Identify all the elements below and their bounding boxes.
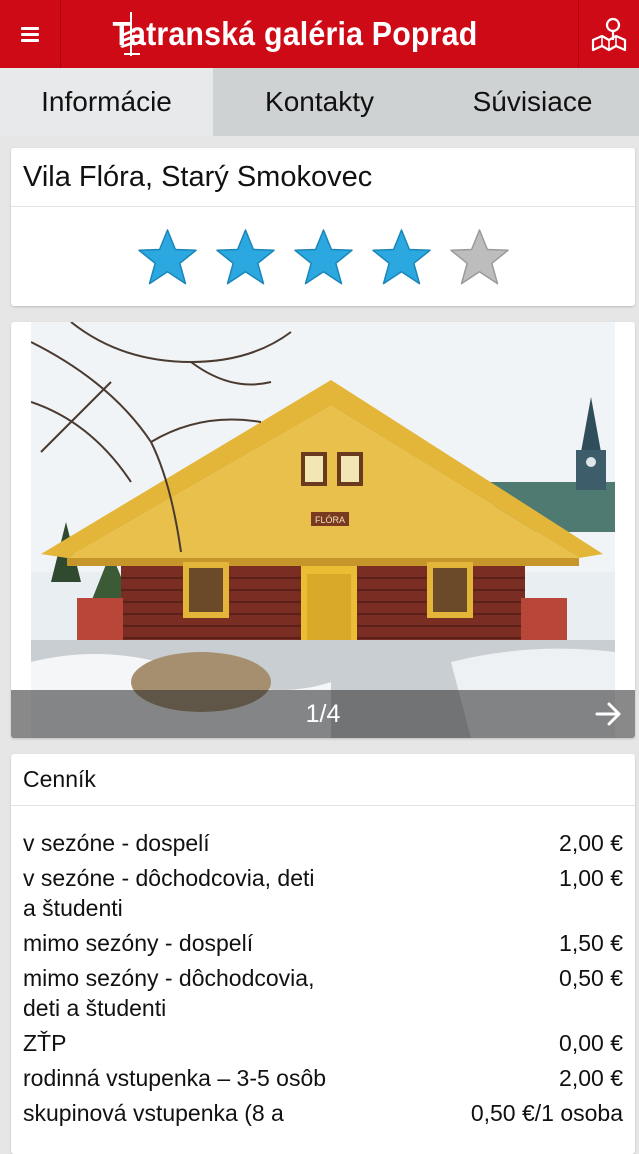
price-list-card: Cenník v sezóne - dospelí 2,00 € v sezón… xyxy=(11,754,635,1154)
price-row: mimo sezóny - dospelí 1,50 € xyxy=(23,928,623,958)
price-value: 0,50 €/1 osoba xyxy=(470,1100,623,1126)
hamburger-icon xyxy=(21,24,39,45)
price-row: rodinná vstupenka – 3-5 osôb 2,00 € xyxy=(23,1063,623,1093)
price-row: v sezóne - dospelí 2,00 € xyxy=(23,828,623,858)
price-value: 1,00 € xyxy=(559,865,623,891)
price-row: ZŤP 0,00 € xyxy=(23,1028,623,1058)
price-heading: Cenník xyxy=(11,754,635,806)
price-value: 2,00 € xyxy=(559,1065,623,1091)
star-filled-icon xyxy=(137,228,197,284)
star-filled-icon xyxy=(215,228,275,284)
app-header: Tatranská galéria Poprad xyxy=(0,0,639,69)
star-filled-icon xyxy=(371,228,431,284)
price-value: 1,50 € xyxy=(559,930,623,956)
price-label: rodinná vstupenka – 3-5 osôb xyxy=(23,1065,327,1091)
gallery-bar: 1/4 xyxy=(11,690,635,738)
gallery-counter: 1/4 xyxy=(305,699,341,728)
price-label: mimo sezóny - dôchodcovia, deti a študen… xyxy=(23,965,315,1021)
price-value: 0,00 € xyxy=(559,1030,623,1056)
price-label: ZŤP xyxy=(23,1030,67,1056)
price-label: mimo sezóny - dospelí xyxy=(23,930,254,956)
price-list: v sezóne - dospelí 2,00 € v sezóne - dôc… xyxy=(11,806,635,1128)
price-label: skupinová vstupenka (8 a xyxy=(23,1100,284,1126)
map-button[interactable] xyxy=(578,0,639,68)
price-value: 0,50 € xyxy=(559,965,623,991)
app-title: Tatranská galéria Poprad xyxy=(112,15,478,52)
star-empty-icon xyxy=(449,228,509,284)
price-row: mimo sezóny - dôchodcovia, deti a študen… xyxy=(23,963,623,1023)
price-row: v sezóne - dôchodcovia, deti a študenti … xyxy=(23,863,623,923)
star-filled-icon xyxy=(293,228,353,284)
menu-button[interactable] xyxy=(0,0,61,68)
rating-stars xyxy=(11,207,635,306)
price-label: v sezóne - dôchodcovia, deti a študenti xyxy=(23,865,315,921)
tab-informacie[interactable]: Informácie xyxy=(0,68,213,136)
price-value: 2,00 € xyxy=(559,830,623,856)
arrow-right-icon[interactable] xyxy=(595,700,623,728)
photo-gallery[interactable]: FLÓRA 1/4 xyxy=(11,322,635,738)
tab-suvisiace[interactable]: Súvisiace xyxy=(426,68,639,136)
price-row: skupinová vstupenka (8 a 0,50 €/1 osoba xyxy=(23,1098,623,1128)
gallery-photo: FLÓRA xyxy=(31,322,615,738)
place-title: Vila Flóra, Starý Smokovec xyxy=(11,148,635,207)
place-card: Vila Flóra, Starý Smokovec xyxy=(11,148,635,306)
house-sign-text: FLÓRA xyxy=(315,515,345,525)
tab-kontakty[interactable]: Kontakty xyxy=(213,68,426,136)
price-label: v sezóne - dospelí xyxy=(23,830,210,856)
tab-bar: Informácie Kontakty Súvisiace xyxy=(0,68,639,136)
map-pin-icon xyxy=(591,17,627,52)
